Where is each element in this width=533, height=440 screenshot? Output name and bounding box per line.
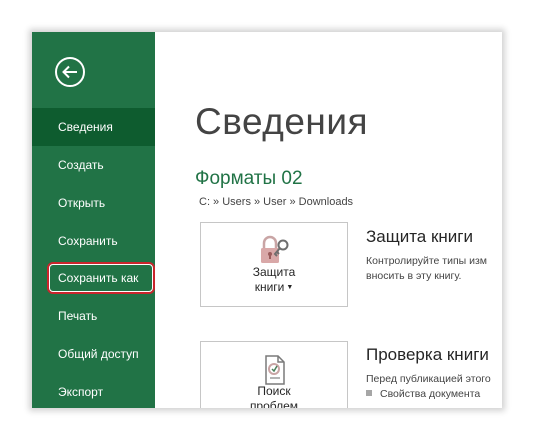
inspect-workbook-heading: Проверка книги bbox=[366, 345, 489, 364]
sidebar-item-info[interactable]: Сведения bbox=[32, 108, 155, 146]
info-panel: Сведения Форматы 02 C: » Users » User » … bbox=[155, 32, 502, 408]
sidebar-item-print[interactable]: Печать bbox=[32, 297, 155, 335]
sidebar-item-save-as[interactable]: Сохранить как bbox=[32, 259, 155, 297]
back-button[interactable] bbox=[55, 57, 85, 87]
bullet-square-icon bbox=[366, 390, 372, 396]
sidebar-item-export[interactable]: Экспорт bbox=[32, 373, 155, 408]
protect-workbook-desc-2: вносить в эту книгу. bbox=[366, 270, 462, 282]
protect-workbook-button[interactable]: Защита книги ▼ bbox=[200, 222, 348, 307]
sidebar-item-new[interactable]: Создать bbox=[32, 146, 155, 184]
sidebar-item-open[interactable]: Открыть bbox=[32, 184, 155, 222]
inspect-document-icon bbox=[265, 355, 285, 385]
document-path[interactable]: C: » Users » User » Downloads bbox=[199, 196, 353, 208]
sidebar-item-save[interactable]: Сохранить bbox=[32, 222, 155, 260]
document-name: Форматы 02 bbox=[195, 168, 303, 189]
backstage-window: Сведения Создать Открыть Сохранить Сохра… bbox=[32, 32, 502, 408]
protect-workbook-heading: Защита книги bbox=[366, 227, 473, 246]
check-for-issues-button[interactable]: Поиск проблем bbox=[200, 341, 348, 408]
check-for-issues-label: Поиск проблем bbox=[249, 384, 299, 408]
lock-key-icon bbox=[261, 235, 289, 263]
inspect-workbook-desc: Перед публикацией этого bbox=[366, 373, 491, 385]
backstage-sidebar: Сведения Создать Открыть Сохранить Сохра… bbox=[32, 32, 155, 408]
protect-workbook-desc-1: Контролируйте типы изм bbox=[366, 255, 488, 267]
protect-workbook-label: Защита книги ▼ bbox=[252, 265, 296, 294]
inspect-bullet-item: Свойства документа bbox=[366, 388, 480, 400]
sidebar-item-share[interactable]: Общий доступ bbox=[32, 335, 155, 373]
back-arrow-icon bbox=[62, 65, 77, 79]
page-title: Сведения bbox=[195, 101, 369, 142]
dropdown-caret-icon: ▼ bbox=[286, 284, 294, 291]
